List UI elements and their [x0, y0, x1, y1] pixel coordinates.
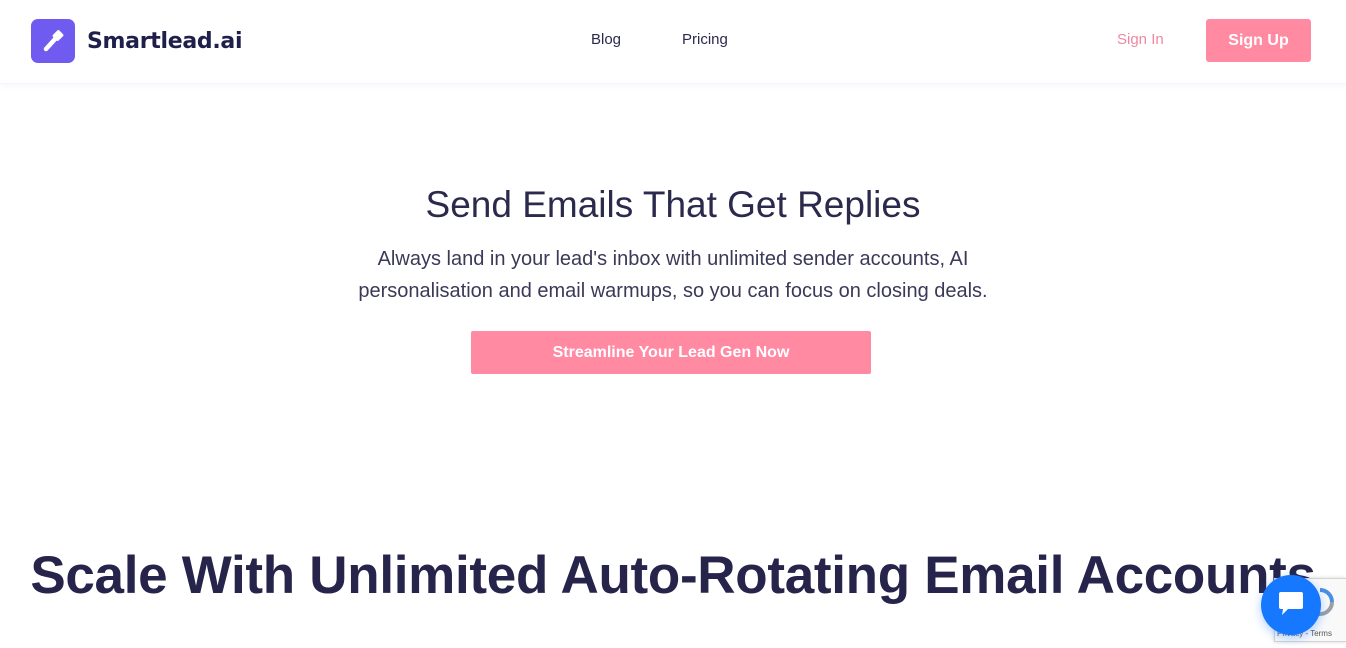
- nav-blog-link[interactable]: Blog: [591, 31, 621, 48]
- sign-in-link[interactable]: Sign In: [1117, 31, 1164, 48]
- brand-name: Smartlead.ai: [87, 28, 243, 54]
- sign-up-button[interactable]: Sign Up: [1206, 19, 1311, 62]
- hero-subtitle: Always land in your lead's inbox with un…: [358, 248, 988, 302]
- brand-logo[interactable]: Smartlead.ai: [31, 19, 242, 63]
- hero-title: Send Emails That Get Replies: [425, 184, 921, 225]
- nav-pricing-link[interactable]: Pricing: [682, 31, 728, 48]
- chat-launcher-button[interactable]: [1261, 575, 1321, 635]
- torch-icon: [31, 19, 75, 63]
- section-title: Scale With Unlimited Auto-Rotating Email…: [30, 546, 1316, 605]
- streamline-cta-button[interactable]: Streamline Your Lead Gen Now: [471, 331, 871, 374]
- site-header: Smartlead.ai Blog Pricing Sign In Sign U…: [0, 0, 1346, 84]
- chat-bubble-icon: [1276, 590, 1306, 621]
